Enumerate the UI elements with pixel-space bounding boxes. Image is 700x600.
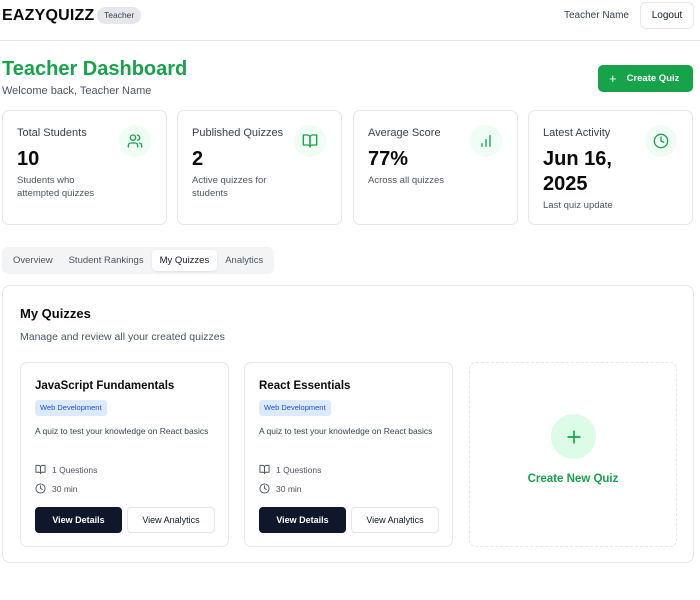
clock-icon (645, 125, 677, 157)
stat-value: 77% (368, 148, 409, 170)
stat-label: Average Score (368, 127, 441, 139)
quiz-title: JavaScript Fundamentals (35, 380, 175, 392)
book-open-icon (35, 464, 46, 475)
create-quiz-label: Create Quiz (626, 73, 680, 84)
stat-card-total-students: Total Students 10 Students who attempted… (2, 110, 167, 225)
user-name: Teacher Name (563, 10, 629, 21)
panel-title: My Quizzes (20, 306, 91, 321)
view-details-button[interactable]: View Details (259, 507, 346, 533)
tab-student-rankings[interactable]: Student Rankings (61, 250, 152, 271)
quiz-duration: 30 min (259, 483, 302, 494)
create-new-quiz-card[interactable]: Create New Quiz (469, 362, 677, 547)
my-quizzes-panel: My Quizzes Manage and review all your cr… (2, 285, 694, 563)
view-analytics-button[interactable]: View Analytics (127, 507, 215, 533)
stat-sub: Active quizzes for students (192, 175, 267, 199)
quiz-question-count: 1 Questions (259, 464, 321, 475)
quiz-duration-text: 30 min (52, 483, 78, 494)
plus-icon: + (609, 71, 617, 86)
create-quiz-button[interactable]: + Create Quiz (598, 65, 693, 92)
tab-analytics[interactable]: Analytics (217, 250, 271, 271)
book-open-icon (294, 125, 326, 157)
tab-overview[interactable]: Overview (5, 250, 61, 271)
quiz-question-count: 1 Questions (35, 464, 97, 475)
quiz-category-tag: Web Development (259, 400, 331, 416)
plus-icon (551, 414, 596, 459)
stat-sub: Students who attempted quizzes (17, 175, 95, 199)
stat-label: Latest Activity (543, 127, 611, 139)
book-open-icon (259, 464, 270, 475)
quiz-card: JavaScript Fundamentals Web Development … (20, 362, 229, 547)
tab-my-quizzes[interactable]: My Quizzes (151, 250, 218, 271)
role-badge: Teacher (97, 7, 142, 24)
quiz-category-tag: Web Development (35, 400, 107, 416)
quiz-question-count-text: 1 Questions (276, 464, 322, 475)
bar-chart-icon (470, 125, 502, 157)
create-new-quiz-label: Create New Quiz (527, 473, 619, 485)
welcome-text: Welcome back, Teacher Name (2, 85, 152, 97)
clock-icon (259, 483, 270, 494)
view-details-button[interactable]: View Details (35, 507, 122, 533)
stat-card-average-score: Average Score 77% Across all quizzes (353, 110, 518, 225)
stat-sub: Last quiz update (543, 200, 613, 211)
page-title: Teacher Dashboard (2, 58, 188, 80)
stat-label: Total Students (17, 127, 87, 139)
stat-value: 10 (17, 148, 40, 170)
stat-sub: Across all quizzes (368, 175, 445, 186)
quiz-duration: 30 min (35, 483, 78, 494)
stat-label: Published Quizzes (192, 127, 284, 139)
logout-button[interactable]: Logout (640, 2, 694, 29)
quiz-description: A quiz to test your knowledge on React b… (259, 426, 433, 436)
users-icon (119, 125, 151, 157)
quiz-description: A quiz to test your knowledge on React b… (35, 426, 209, 436)
quiz-duration-text: 30 min (276, 483, 302, 494)
clock-icon (35, 483, 46, 494)
stat-card-latest-activity: Latest Activity Jun 16, 2025 Last quiz u… (528, 110, 693, 225)
quiz-title: React Essentials (259, 380, 351, 392)
stat-card-published-quizzes: Published Quizzes 2 Active quizzes for s… (177, 110, 342, 225)
brand-logo[interactable]: EAZYQUIZZ (2, 7, 94, 25)
stat-value: Jun 16, 2025 (543, 148, 612, 195)
quiz-question-count-text: 1 Questions (52, 464, 98, 475)
quiz-card: React Essentials Web Development A quiz … (244, 362, 453, 547)
panel-subtitle: Manage and review all your created quizz… (20, 331, 225, 343)
dashboard-tabs: Overview Student Rankings My Quizzes Ana… (2, 247, 275, 274)
top-navbar: EAZYQUIZZ Teacher Teacher Name Logout (0, 0, 700, 41)
view-analytics-button[interactable]: View Analytics (351, 507, 439, 533)
stat-value: 2 (192, 148, 204, 170)
